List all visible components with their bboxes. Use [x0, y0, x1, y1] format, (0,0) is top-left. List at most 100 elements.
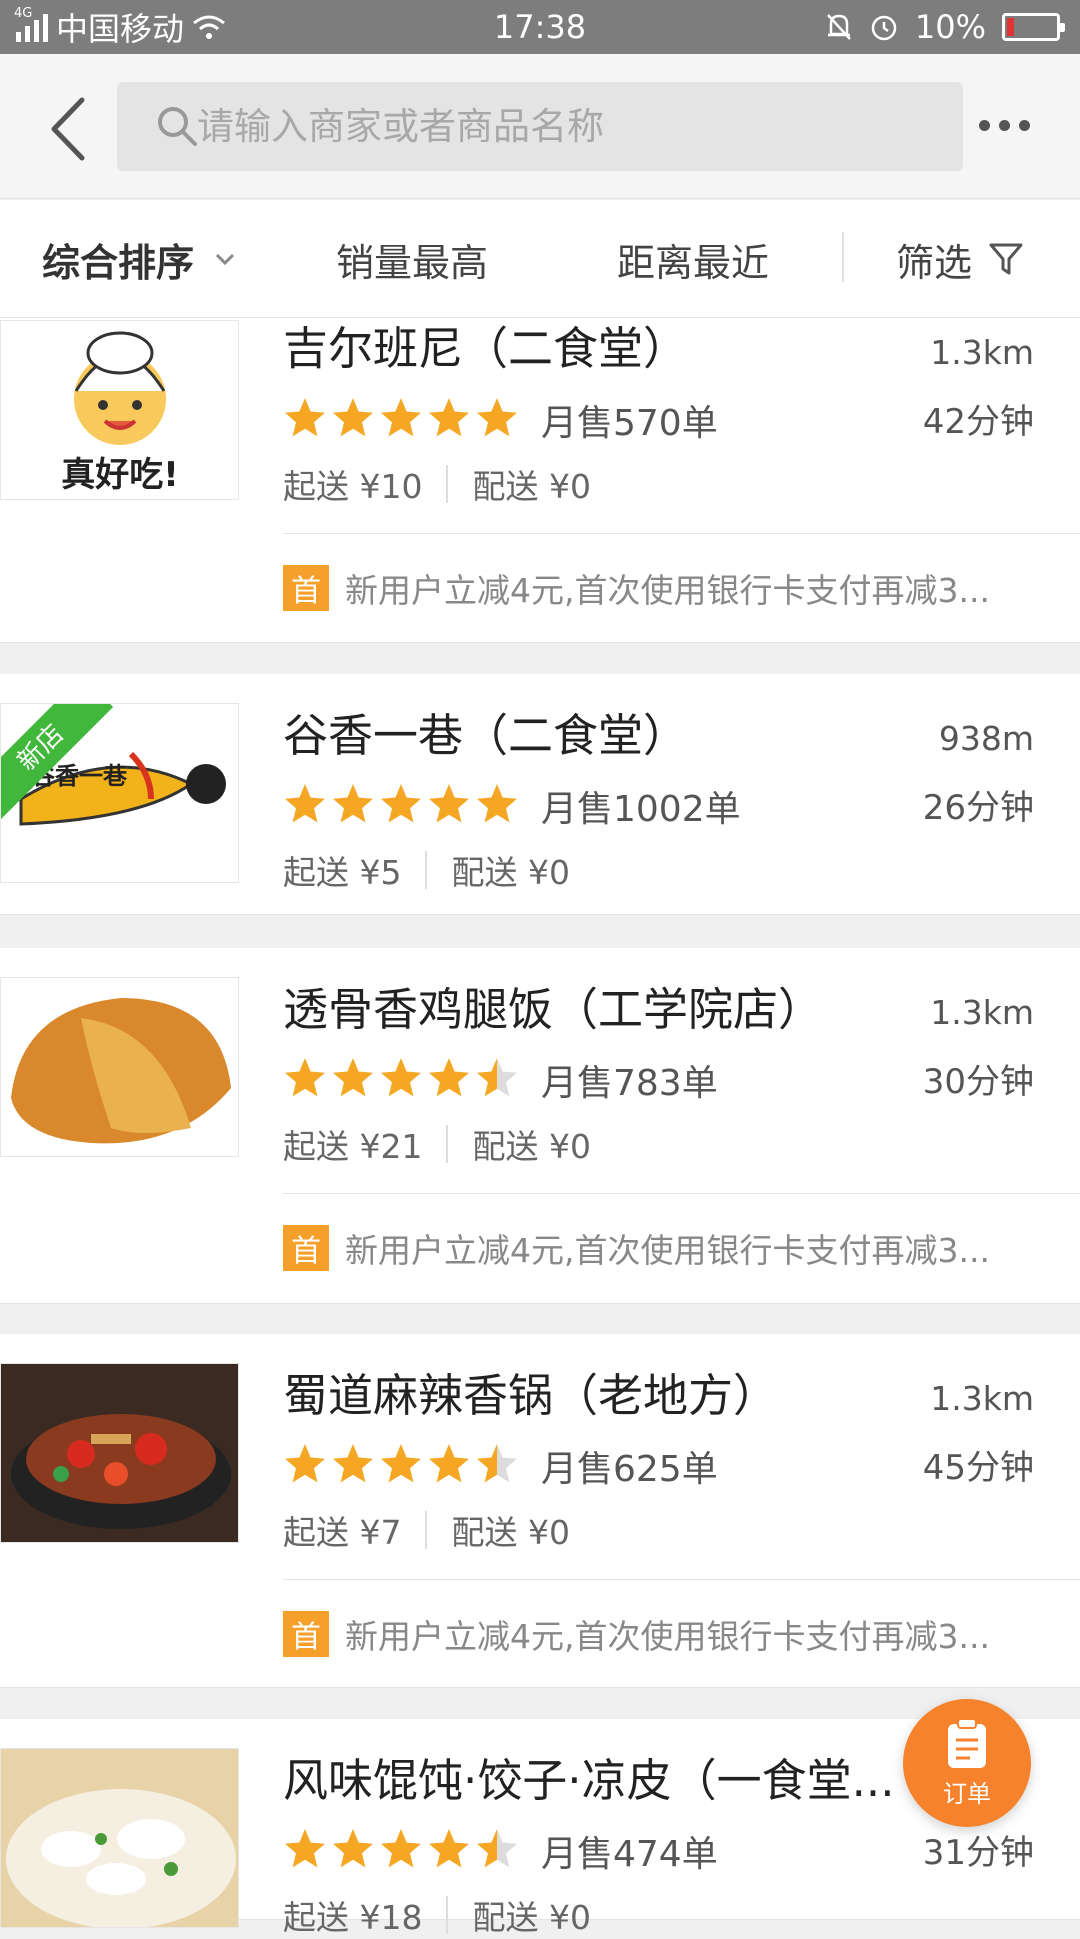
divider [283, 533, 1080, 534]
divider [283, 1579, 1080, 1580]
star-icon [381, 1058, 421, 1097]
delivery-fee: 配送 ¥0 [451, 1513, 570, 1552]
star-icon [429, 1058, 469, 1097]
shop-distance: 938m [938, 719, 1034, 758]
delivery-fee: 配送 ¥0 [472, 1898, 591, 1937]
search-box[interactable] [117, 82, 963, 171]
divider [842, 232, 844, 282]
min-order: 起送 ¥18 [283, 1898, 423, 1937]
shop-card[interactable]: 真好吃! 吉尔班尼（二食堂） 1.3km 月售570单 42分钟 起送 ¥10 … [0, 318, 1080, 643]
star-icon [333, 1829, 373, 1868]
svg-text:真好吃!: 真好吃! [61, 455, 179, 495]
filter-button[interactable]: 筛选 [896, 200, 1024, 318]
monthly-sales: 月售1002单 [541, 789, 741, 830]
delivery-fee: 配送 ¥0 [451, 853, 570, 892]
promo-text: 新用户立减4元,首次使用银行卡支付再减3... [345, 1231, 990, 1270]
first-order-badge: 首 [283, 1225, 329, 1271]
dumplings-icon [1, 1749, 238, 1927]
shop-image: 真好吃! [0, 320, 239, 500]
star-icon [333, 1058, 373, 1097]
fees: 起送 ¥18 配送 ¥0 [283, 1891, 591, 1939]
search-icon [158, 107, 197, 146]
star-icon [333, 784, 373, 823]
min-order: 起送 ¥21 [283, 1127, 423, 1166]
shop-name: 吉尔班尼（二食堂） [283, 322, 689, 375]
divider [283, 1193, 1080, 1194]
sort-distance-label: 距离最近 [617, 240, 770, 285]
star-icon [285, 1444, 325, 1483]
shop-name: 透骨香鸡腿饭（工学院店） [283, 983, 824, 1036]
order-button[interactable]: 订单 [903, 1699, 1031, 1827]
sort-distance[interactable]: 距离最近 [617, 200, 769, 318]
shop-name: 蜀道麻辣香锅（老地方） [283, 1369, 779, 1422]
star-icon [285, 1058, 325, 1097]
more-icon[interactable] [979, 120, 1030, 131]
filter-icon [989, 243, 1023, 275]
min-order: 起送 ¥7 [283, 1513, 402, 1552]
shop-distance: 1.3km [930, 1379, 1034, 1418]
star-icon [285, 1829, 325, 1868]
search-header [0, 54, 1080, 199]
shop-image [0, 1363, 239, 1543]
shop-distance: 1.3km [930, 993, 1034, 1032]
delivery-time: 30分钟 [922, 1062, 1034, 1102]
fees: 起送 ¥10 配送 ¥0 [283, 460, 591, 508]
clipboard-icon [948, 1717, 986, 1768]
promo-text: 新用户立减4元,首次使用银行卡支付再减3... [345, 571, 990, 610]
sort-bar: 综合排序 销量最高 距离最近 筛选 [0, 200, 1080, 318]
star-icon [429, 398, 469, 437]
star-icon [285, 398, 325, 437]
min-order: 起送 ¥10 [283, 467, 423, 506]
rating-stars [283, 1827, 519, 1871]
star-icon [477, 1058, 517, 1097]
promo: 首 新用户立减4元,首次使用银行卡支付再减3... [283, 1610, 990, 1658]
filter-label: 筛选 [896, 240, 973, 285]
status-right: 10% [825, 8, 1065, 46]
bell-muted-icon [826, 14, 851, 40]
star-icon [477, 1444, 517, 1483]
fees: 起送 ¥5 配送 ¥0 [283, 846, 570, 894]
delivery-time: 42分钟 [922, 402, 1034, 442]
back-arrow-icon[interactable] [44, 94, 94, 164]
star-icon [429, 784, 469, 823]
star-icon [477, 398, 517, 437]
star-icon [429, 1829, 469, 1868]
sort-sales-label: 销量最高 [336, 240, 489, 285]
star-icon [381, 398, 421, 437]
rating-stars [283, 1056, 519, 1100]
shop-card[interactable]: 谷香一巷 新店 谷香一巷（二食堂） 938m 月售1002单 26分钟 起送 ¥… [0, 674, 1080, 915]
star-icon [333, 1444, 373, 1483]
monthly-sales: 月售570单 [541, 403, 718, 444]
status-bar: 4G 中国移动 17:38 10% [0, 0, 1080, 54]
star-icon [333, 398, 373, 437]
delivery-fee: 配送 ¥0 [472, 1127, 591, 1166]
battery-icon [1002, 13, 1065, 41]
rating-stars [283, 782, 519, 826]
shop-card[interactable]: 蜀道麻辣香锅（老地方） 1.3km 月售625单 45分钟 起送 ¥7 配送 ¥… [0, 1334, 1080, 1688]
chef-logo-icon: 真好吃! [1, 321, 238, 499]
first-order-badge: 首 [283, 1611, 329, 1657]
star-icon [429, 1444, 469, 1483]
promo: 首 新用户立减4元,首次使用银行卡支付再减3... [283, 1224, 990, 1272]
fried-chicken-icon [1, 978, 238, 1156]
fees: 起送 ¥21 配送 ¥0 [283, 1120, 591, 1168]
rating-stars [283, 396, 519, 440]
sort-comprehensive-label: 综合排序 [42, 240, 195, 285]
sort-sales[interactable]: 销量最高 [336, 200, 488, 318]
shop-image [0, 1748, 239, 1928]
shop-name: 风味馄饨·饺子·凉皮（一食堂... [283, 1754, 895, 1807]
shop-card[interactable]: 透骨香鸡腿饭（工学院店） 1.3km 月售783单 30分钟 起送 ¥21 配送… [0, 948, 1080, 1304]
delivery-time: 45分钟 [922, 1448, 1034, 1488]
star-icon [381, 1829, 421, 1868]
monthly-sales: 月售783单 [541, 1063, 718, 1104]
star-icon [381, 784, 421, 823]
search-input[interactable] [195, 82, 935, 171]
delivery-time: 31分钟 [922, 1833, 1034, 1873]
alarm-icon [871, 15, 897, 41]
shop-image: 谷香一巷 新店 [0, 703, 239, 883]
star-icon [477, 1829, 517, 1868]
spicy-pot-icon [1, 1364, 238, 1542]
rating-stars [283, 1442, 519, 1486]
order-label: 订单 [943, 1779, 991, 1808]
sort-comprehensive[interactable]: 综合排序 [42, 200, 236, 318]
